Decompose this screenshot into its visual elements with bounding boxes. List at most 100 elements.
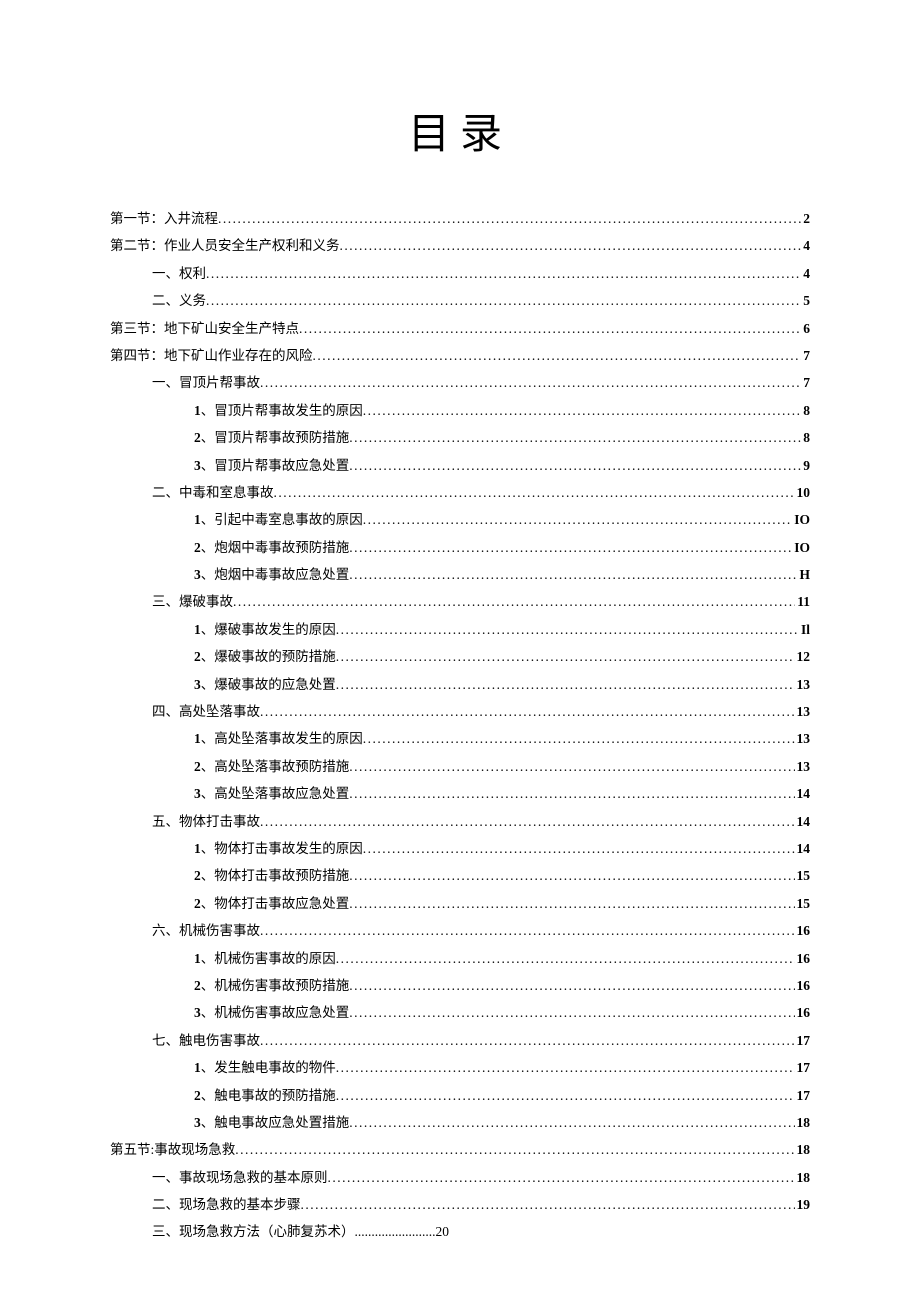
toc-entry-label: 3、爆破事故的应急处置 [194, 671, 336, 698]
toc-leader-dots [349, 780, 794, 807]
toc-entry: 第三节：地下矿山安全生产特点 6 [110, 315, 810, 342]
toc-entry-label: 二、现场急救的基本步骤 [152, 1191, 301, 1218]
toc-entry-page: 15 [795, 890, 811, 917]
toc-entry-page: 13 [795, 671, 811, 698]
toc-leader-dots [349, 890, 794, 917]
toc-entry-page: 15 [795, 862, 811, 889]
toc-leader-dots [206, 287, 801, 314]
toc-entry-page: 16 [795, 972, 811, 999]
toc-entry: 第一节：入井流程 2 [110, 205, 810, 232]
toc-leader-dots [349, 534, 792, 561]
toc-entry: 3、触电事故应急处置措施 18 [110, 1109, 810, 1136]
toc-leader-dots [363, 725, 795, 752]
toc-entry-label: 一、冒顶片帮事故 [152, 369, 260, 396]
toc-entry-label: 2、机械伤害事故预防措施 [194, 972, 349, 999]
toc-entry: 第四节：地下矿山作业存在的风险 7 [110, 342, 810, 369]
toc-entry: 一、事故现场急救的基本原则 18 [110, 1164, 810, 1191]
toc-entry-label: 2、触电事故的预防措施 [194, 1082, 336, 1109]
toc-entry-page: 14 [795, 835, 811, 862]
toc-leader-dots: ........................ [355, 1218, 436, 1245]
toc-leader-dots [274, 479, 795, 506]
toc-entry: 3、高处坠落事故应急处置 14 [110, 780, 810, 807]
toc-entry-label: 3、冒顶片帮事故应急处置 [194, 452, 349, 479]
toc-leader-dots [336, 1054, 795, 1081]
toc-entry-page: 13 [795, 725, 811, 752]
toc-leader-dots [260, 1027, 795, 1054]
toc-leader-dots [328, 1164, 795, 1191]
toc-leader-dots [340, 232, 802, 259]
toc-entry-label: 1、物体打击事故发生的原因 [194, 835, 363, 862]
toc-leader-dots [349, 999, 794, 1026]
toc-entry: 1、物体打击事故发生的原因 14 [110, 835, 810, 862]
toc-leader-dots [235, 1136, 794, 1163]
toc-entry-page: 14 [795, 808, 811, 835]
toc-entry: 三、现场急救方法（心肺复苏术） ........................… [110, 1218, 810, 1245]
toc-entry: 三、爆破事故 11 [110, 588, 810, 615]
toc-entry-label: 2、物体打击事故预防措施 [194, 862, 349, 889]
toc-title: 目录 [110, 100, 810, 161]
toc-leader-dots [218, 205, 801, 232]
toc-leader-dots [260, 808, 795, 835]
toc-entry-page: 11 [795, 588, 810, 615]
toc-entry: 二、现场急救的基本步骤 19 [110, 1191, 810, 1218]
toc-entry: 1、机械伤害事故的原因 16 [110, 945, 810, 972]
toc-entry: 3、爆破事故的应急处置 13 [110, 671, 810, 698]
toc-entry-label: 二、中毒和室息事故 [152, 479, 274, 506]
toc-entry: 2、触电事故的预防措施 17 [110, 1082, 810, 1109]
toc-entry-page: 18 [795, 1164, 811, 1191]
toc-leader-dots [206, 260, 801, 287]
toc-entry-label: 2、冒顶片帮事故预防措施 [194, 424, 349, 451]
toc-entry-page: 9 [801, 452, 810, 479]
toc-entry: 2、物体打击事故预防措施 15 [110, 862, 810, 889]
toc-entry: 四、高处坠落事故 13 [110, 698, 810, 725]
toc-entry-label: 1、引起中毒室息事故的原因 [194, 506, 363, 533]
toc-entry-page: 4 [801, 232, 810, 259]
toc-entry-page: 14 [795, 780, 811, 807]
toc-leader-dots [349, 561, 797, 588]
toc-entry: 第二节：作业人员安全生产权利和义务 4 [110, 232, 810, 259]
toc-entry-page: 10 [795, 479, 811, 506]
toc-entry-page: IO [792, 506, 810, 533]
toc-entry: 第五节:事故现场急救 18 [110, 1136, 810, 1163]
toc-entry-label: 第四节：地下矿山作业存在的风险 [110, 342, 313, 369]
toc-leader-dots [313, 342, 802, 369]
toc-entry-label: 1、冒顶片帮事故发生的原因 [194, 397, 363, 424]
toc-entry-page: 13 [795, 753, 811, 780]
toc-leader-dots [260, 698, 795, 725]
toc-leader-dots [336, 671, 795, 698]
toc-entry-label: 三、现场急救方法（心肺复苏术） [152, 1218, 355, 1245]
toc-entry: 2、爆破事故的预防措施 12 [110, 643, 810, 670]
toc-entry-label: 1、爆破事故发生的原因 [194, 616, 336, 643]
toc-leader-dots [349, 424, 801, 451]
toc-entry: 3、机械伤害事故应急处置 16 [110, 999, 810, 1026]
toc-leader-dots [301, 1191, 795, 1218]
toc-entry: 六、机械伤害事故 16 [110, 917, 810, 944]
toc-leader-dots [349, 452, 801, 479]
toc-leader-dots [336, 1082, 795, 1109]
toc-leader-dots [349, 1109, 794, 1136]
toc-leader-dots [363, 835, 795, 862]
toc-entry: 3、炮烟中毒事故应急处置 H [110, 561, 810, 588]
toc-entry-label: 3、高处坠落事故应急处置 [194, 780, 349, 807]
toc-entry: 1、爆破事故发生的原因 Il [110, 616, 810, 643]
toc-entry-page: H [797, 561, 810, 588]
toc-entry-page: Il [799, 616, 810, 643]
toc-entry: 二、义务 5 [110, 287, 810, 314]
toc-leader-dots [363, 397, 802, 424]
toc-leader-dots [299, 315, 801, 342]
toc-entry-label: 1、机械伤害事故的原因 [194, 945, 336, 972]
toc-entry: 一、冒顶片帮事故 7 [110, 369, 810, 396]
toc-entry: 2、机械伤害事故预防措施 16 [110, 972, 810, 999]
toc-leader-dots [336, 616, 799, 643]
toc-leader-dots [260, 917, 795, 944]
toc-entry-page: 19 [795, 1191, 811, 1218]
toc-entry: 七、触电伤害事故 17 [110, 1027, 810, 1054]
toc-entry: 2、冒顶片帮事故预防措施 8 [110, 424, 810, 451]
toc-entry: 2、高处坠落事故预防措施 13 [110, 753, 810, 780]
toc-entry-page: 7 [801, 369, 810, 396]
toc-entry: 1、发生触电事故的物件 17 [110, 1054, 810, 1081]
toc-entry-page: 17 [795, 1082, 811, 1109]
toc-entry: 1、引起中毒室息事故的原因 IO [110, 506, 810, 533]
toc-leader-dots [233, 588, 795, 615]
toc-entry-label: 第一节：入井流程 [110, 205, 218, 232]
